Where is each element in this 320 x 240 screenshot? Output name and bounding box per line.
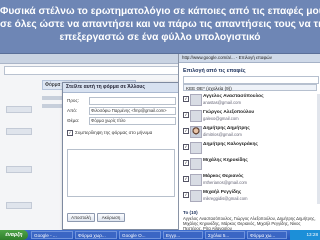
contact-checkbox[interactable]: ✓ [183,128,189,134]
banner-line-1: Φυσικά στέλνω το ερωτηματολόγιο σε κάποι… [0,6,320,17]
taskbar-item[interactable]: Σχόλια 5... [205,231,245,239]
contact-checkbox[interactable]: ✓ [183,192,189,198]
contact-name: Μιχάλης Κηρυκίδης [203,158,248,163]
contact-email: anastas@gmail.com [203,99,241,105]
contacts-window-title: http://www.google.com/a/... - Επιλογή επ… [179,54,320,63]
contact-email: mtherianos@gmail.com [203,179,248,185]
instruction-banner: Φυσικά στέλνω το ερωτηματολόγιο σε κάποι… [0,0,320,54]
avatar [190,94,202,106]
start-button[interactable]: έναρξη [0,230,28,240]
avatar [190,126,202,138]
selected-recipients-label: Το (10) [183,210,198,215]
contact-name: Μάρκος Θεριανός [203,174,244,179]
message-body[interactable] [67,149,175,197]
contact-checkbox[interactable]: ✓ [183,144,189,150]
contact-item[interactable]: ✓ Μιχάλης Κηρυκίδης [183,158,317,170]
contact-name: Δημήτρης Δημήτρης [203,126,250,131]
to-label: Προς: [67,98,79,103]
contact-checkbox[interactable]: ✓ [183,96,189,102]
to-field[interactable] [89,97,176,105]
taskbar-item[interactable]: Φόρμα χωρ... [75,231,117,239]
banner-line-2: σε όλες ώστε να απαντήσει και να πάρω τι… [0,19,320,30]
contacts-heading: Επιλογή από τις επαφές [183,68,246,74]
contact-name: Μιχαήλ Ρεγγίδης [203,190,242,195]
contacts-search-input[interactable] [183,76,319,84]
contacts-window: http://www.google.com/a/... - Επιλογή επ… [178,54,320,231]
from-field[interactable]: Φιλοσόφω Παρμένης <fmp@gmail.com> [89,107,176,115]
contact-item[interactable]: ✓ Δημήτρης Καλογεράκης [183,142,317,154]
taskbar-item[interactable]: Google - ... [31,231,73,239]
taskbar-item[interactable]: Google Ο... [119,231,161,239]
sidebar-stub [6,166,32,173]
taskbar: έναρξη Google - ... Φόρμα χωρ... Google … [0,230,320,240]
contact-item[interactable]: ✓ Δημήτρης Δημήτρης dimitrios@gmail.com [183,126,317,138]
banner-line-3: επεξεργαστώ σε ένα φύλλο υπολογιστικό [59,32,261,43]
contact-item[interactable]: ✓ Γιώργος Αλεξοπούλου galexo@gmail.com [183,110,317,122]
contact-item[interactable]: ✓ Αγγελος Αναστασόπουλος anastas@gmail.c… [183,94,317,106]
contact-name: Γιώργος Αλεξοπούλου [203,110,255,115]
dialog-title: Στείλτε αυτή τη φόρμα σε Άλλους [63,83,179,93]
include-form-checkbox[interactable]: ✓ [67,129,73,136]
group-select[interactable]: ΚΕΕ ΘΕ* (σχολεία (9)) [183,84,317,91]
cancel-button[interactable]: Ακύρωση [97,213,125,222]
subject-label: Θέμα: [67,118,80,123]
selected-recipients-list: Αγγελος Αναστασόπουλος, Γιώργος Αλεξοπού… [183,216,316,231]
send-button[interactable]: Αποστολή [67,213,95,222]
avatar [190,190,202,202]
from-label: Από: [67,108,78,113]
browser-toolbar [0,54,205,64]
contact-name: Δημήτρης Καλογεράκης [203,142,258,147]
contact-item[interactable]: ✓ Μιχαήλ Ρεγγίδης mikreggidis@gmail.com [183,190,317,202]
contact-email: dimitrios@gmail.com [203,131,242,137]
avatar [190,142,202,154]
contact-item[interactable]: ✓ Μάρκος Θεριανός mtherianos@gmail.com [183,174,317,186]
system-tray-clock: 13:28 [290,230,320,240]
subject-field[interactable]: Φόρμα χωρίς τίτλο [89,117,176,125]
contact-checkbox[interactable]: ✓ [183,176,189,182]
contact-checkbox[interactable]: ✓ [183,112,189,118]
contact-checkbox[interactable]: ✓ [183,160,189,166]
taskbar-item[interactable]: Φόρμα χω... [247,231,287,239]
avatar [190,110,202,122]
include-form-row[interactable]: ✓ Συμπερίληψη της φόρμας στο μήνυμα [67,129,152,136]
contact-name: Αγγελος Αναστασόπουλος [203,94,264,99]
contact-email: galexo@gmail.com [203,115,239,121]
contact-email: mikreggidis@gmail.com [203,195,248,201]
sidebar-stub [6,128,32,135]
taskbar-item[interactable]: Εγγρ... [163,231,203,239]
include-form-label: Συμπερίληψη της φόρμας στο μήνυμα [75,130,153,135]
sidebar-stub [6,106,32,113]
send-form-dialog: Στείλτε αυτή τη φόρμα σε Άλλους Προς: Απ… [62,82,180,230]
address-bar[interactable] [4,66,201,75]
sidebar-stub [6,202,32,209]
avatar [190,174,202,186]
avatar [190,158,202,170]
